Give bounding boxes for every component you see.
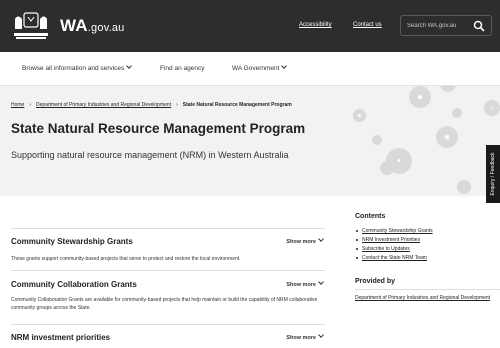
divider xyxy=(355,289,500,290)
search-icon[interactable] xyxy=(473,20,485,32)
decorative-bubble-icon: ◆ xyxy=(409,86,431,108)
page-title: State Natural Resource Management Progra… xyxy=(11,121,306,136)
feedback-tab[interactable]: Enquiry / Feedback xyxy=(486,145,500,203)
decorative-bubble-icon: ♪ xyxy=(484,100,500,116)
nav-browse-all[interactable]: Browse all information and services xyxy=(22,63,133,72)
feedback-tab-label: Enquiry / Feedback xyxy=(490,152,496,196)
chevron-down-icon xyxy=(318,332,324,338)
accordion-community-stewardship: Community Stewardship Grants Show more T… xyxy=(11,228,325,274)
chevron-down-icon xyxy=(318,279,324,285)
provided-by-heading: Provided by xyxy=(355,278,396,285)
contents-link[interactable]: Community Stewardship Grants xyxy=(362,228,433,234)
breadcrumb-separator: › xyxy=(176,102,178,108)
accordion-description: Community Collaboration Grants are avail… xyxy=(11,297,318,311)
nav-find-agency-label: Find an agency xyxy=(160,65,205,72)
accordion-title[interactable]: NRM investment priorities xyxy=(11,333,110,342)
list-item: Contact the State NRM Team xyxy=(356,254,433,263)
list-item: Community Stewardship Grants xyxy=(356,227,433,236)
site-header: WA.gov.au Accessibility Contact us xyxy=(0,0,500,52)
accordion-nrm-investment: NRM investment priorities Show more xyxy=(11,324,325,348)
page-subtitle: Supporting natural resource management (… xyxy=(11,150,289,160)
contents-link[interactable]: Subscribe to Updates xyxy=(362,246,410,252)
show-more-button[interactable]: Show more xyxy=(286,332,324,341)
breadcrumb: Home › Department of Primary Industries an… xyxy=(11,102,292,108)
main-nav: Browse all information and services Find… xyxy=(0,52,500,86)
breadcrumb-parent[interactable]: Department of Primary Industries and Reg… xyxy=(36,102,171,108)
accordion-community-collaboration: Community Collaboration Grants Show more… xyxy=(11,270,325,324)
accordion-title[interactable]: Community Stewardship Grants xyxy=(11,237,133,246)
decorative-bubble-icon xyxy=(372,135,382,145)
chevron-down-icon xyxy=(281,63,288,69)
decorative-bubble-icon xyxy=(457,180,471,194)
show-more-label: Show more xyxy=(286,335,316,341)
show-more-label: Show more xyxy=(286,282,316,288)
brand-suffix: .gov.au xyxy=(87,22,125,34)
search-input[interactable] xyxy=(407,20,467,32)
search-box xyxy=(400,15,492,36)
nav-wa-government-label: WA Government xyxy=(232,65,280,72)
accessibility-link[interactable]: Accessibility xyxy=(299,22,332,28)
contents-heading: Contents xyxy=(355,213,386,220)
chevron-down-icon xyxy=(126,63,133,69)
nav-browse-all-label: Browse all information and services xyxy=(22,65,125,72)
breadcrumb-current: State Natural Resource Management Progra… xyxy=(182,102,292,108)
list-item: NRM Investment Priorities xyxy=(356,236,433,245)
breadcrumb-separator: › xyxy=(29,102,32,108)
breadcrumb-home[interactable]: Home xyxy=(11,102,24,108)
decorative-bubble-icon xyxy=(440,86,456,92)
contents-link[interactable]: NRM Investment Priorities xyxy=(362,237,420,243)
page-hero: Home › Department of Primary Industries an… xyxy=(0,86,500,196)
brand-name: WA xyxy=(60,16,88,35)
wa-crest-icon[interactable] xyxy=(12,11,50,41)
nav-find-agency[interactable]: Find an agency xyxy=(160,65,204,72)
decorative-bubble-icon: ◉ xyxy=(436,126,458,148)
show-more-label: Show more xyxy=(286,239,316,245)
contact-us-link[interactable]: Contact us xyxy=(353,22,382,28)
list-item: Subscribe to Updates xyxy=(356,245,433,254)
show-more-button[interactable]: Show more xyxy=(286,236,324,245)
accordion-description: These grants support community-based pro… xyxy=(11,256,241,262)
nav-wa-government[interactable]: WA Government xyxy=(232,63,288,72)
contents-list: Community Stewardship Grants NRM Investm… xyxy=(356,227,433,263)
contents-link[interactable]: Contact the State NRM Team xyxy=(362,255,427,261)
show-more-button[interactable]: Show more xyxy=(286,279,324,288)
brand-logo[interactable]: WA.gov.au xyxy=(60,16,124,36)
decorative-bubble-icon xyxy=(452,108,462,118)
accordion-title[interactable]: Community Collaboration Grants xyxy=(11,280,137,289)
agency-link[interactable]: Department of Primary Industries and Reg… xyxy=(355,294,495,302)
chevron-down-icon xyxy=(318,236,324,242)
decorative-bubble-icon xyxy=(380,161,394,175)
decorative-bubble-icon: ● xyxy=(353,109,366,122)
